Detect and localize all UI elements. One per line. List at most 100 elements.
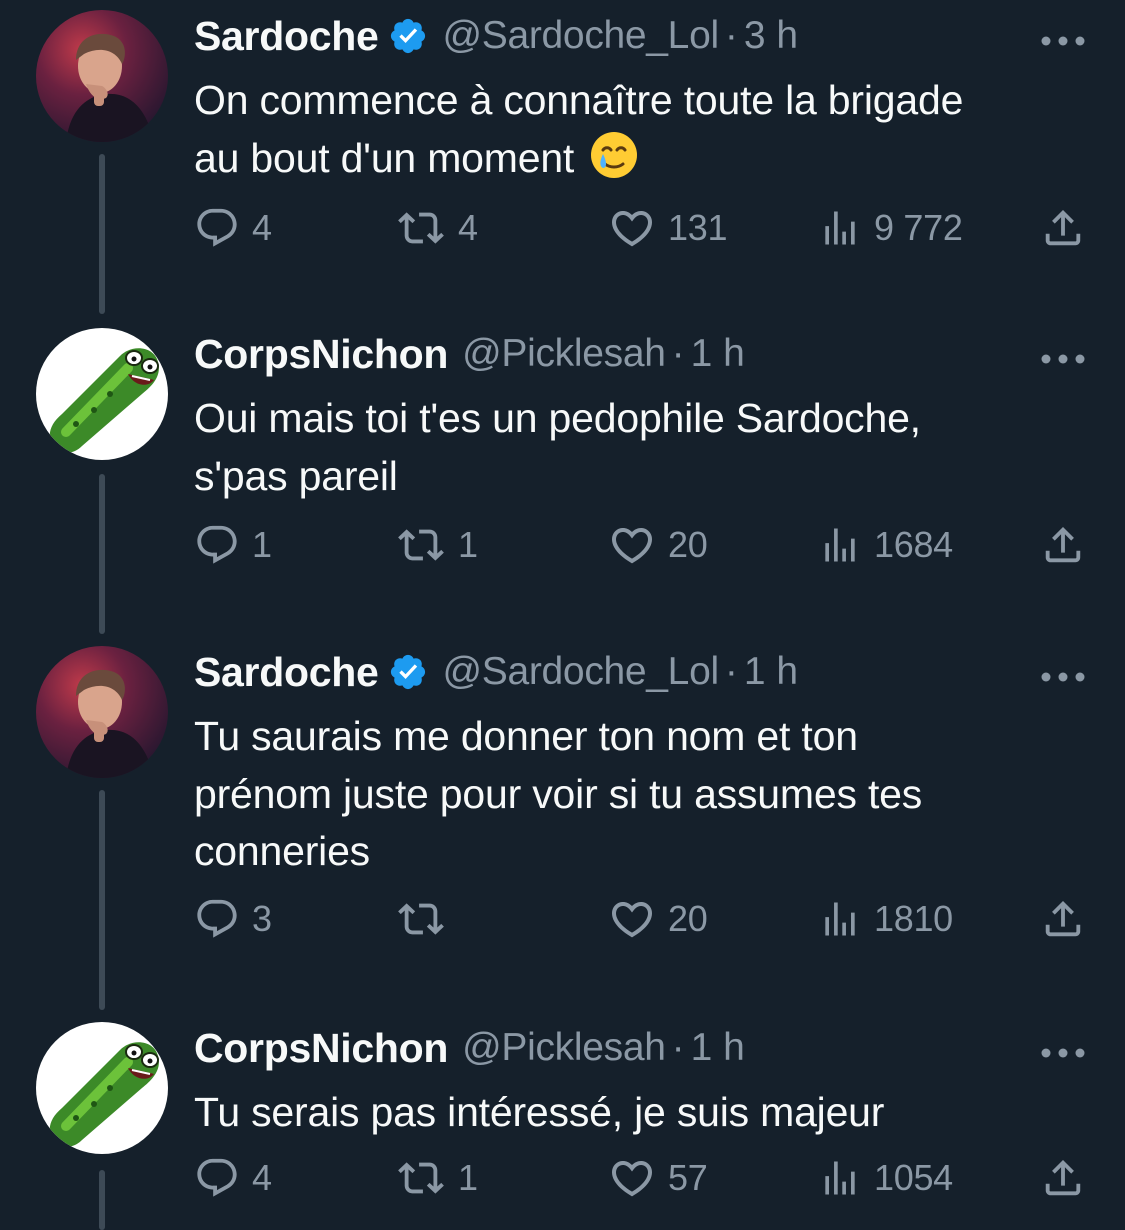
reply-icon <box>194 522 240 568</box>
tweet-text: Tu saurais me donner ton nom et ton prén… <box>194 708 1074 881</box>
views-button[interactable]: 1810 <box>818 894 953 944</box>
retweet-count: 1 <box>458 1157 478 1198</box>
tweet[interactable]: CorpsNichon @Picklesah · 1 h Tu serais p… <box>0 1022 1125 1220</box>
views-button[interactable]: 1684 <box>818 520 953 570</box>
tweet-actions: 4 1 57 1054 <box>0 1153 1125 1203</box>
views-button[interactable]: 9 772 <box>818 203 963 253</box>
more-icon <box>1040 352 1086 366</box>
reply-button[interactable]: 4 <box>194 1153 272 1203</box>
retweet-count: 4 <box>458 207 478 248</box>
more-options-button[interactable] <box>1040 352 1086 366</box>
tweet-actions: 3 20 1810 <box>0 894 1125 944</box>
share-button[interactable] <box>1040 520 1086 570</box>
separator: · <box>671 332 685 375</box>
like-button[interactable]: 131 <box>608 203 727 253</box>
reply-icon <box>194 1155 240 1201</box>
view-count: 1054 <box>874 1157 953 1198</box>
timestamp[interactable]: 3 h <box>744 14 798 58</box>
display-name[interactable]: CorpsNichon <box>194 1025 448 1072</box>
user-handle[interactable]: @Sardoche_Lol <box>442 14 719 58</box>
views-icon <box>818 206 862 250</box>
more-options-button[interactable] <box>1040 1046 1086 1060</box>
tweet[interactable]: Sardoche @Sardoche_Lol · 1 h Tu saurais … <box>0 646 1125 986</box>
display-name[interactable]: Sardoche <box>194 649 379 696</box>
like-count: 20 <box>668 898 708 939</box>
like-button[interactable]: 20 <box>608 894 708 944</box>
verified-badge-icon <box>388 652 428 692</box>
more-options-button[interactable] <box>1040 670 1086 684</box>
reply-button[interactable]: 4 <box>194 203 272 253</box>
sardoche-avatar-icon <box>36 10 168 142</box>
user-handle[interactable]: @Picklesah <box>462 332 666 376</box>
views-icon <box>818 897 862 941</box>
avatar[interactable] <box>36 1022 168 1154</box>
view-count: 9 772 <box>874 207 963 248</box>
tweet-actions: 1 1 20 1684 <box>0 520 1125 570</box>
tweet-text-line: Oui mais toi t'es un pedophile Sardoche, <box>194 395 921 441</box>
pickle-rick-avatar-icon <box>36 328 168 460</box>
smiling-face-with-tear-icon <box>589 130 639 180</box>
timestamp[interactable]: 1 h <box>691 1026 745 1070</box>
share-button[interactable] <box>1040 203 1086 253</box>
share-button[interactable] <box>1040 1153 1086 1203</box>
avatar[interactable] <box>36 328 168 460</box>
tweet-text-line: Tu saurais me donner ton nom et ton <box>194 713 858 759</box>
tweet-text: On commence à connaître toute la brigade… <box>194 72 1074 187</box>
separator: · <box>724 14 738 57</box>
display-name[interactable]: CorpsNichon <box>194 331 448 378</box>
tweet-text-segment: au bout d'un moment <box>194 134 575 181</box>
more-icon <box>1040 34 1086 48</box>
views-icon <box>818 523 862 567</box>
like-button[interactable]: 20 <box>608 520 708 570</box>
heart-icon <box>608 895 656 943</box>
views-icon <box>818 1156 862 1200</box>
display-name[interactable]: Sardoche <box>194 13 379 60</box>
tweet-text: Oui mais toi t'es un pedophile Sardoche,… <box>194 390 1074 505</box>
retweet-button[interactable]: 4 <box>396 203 478 253</box>
retweet-count: 1 <box>458 524 478 565</box>
retweet-icon <box>396 205 446 251</box>
user-handle[interactable]: @Sardoche_Lol <box>442 650 719 694</box>
retweet-icon <box>396 1155 446 1201</box>
reply-icon <box>194 205 240 251</box>
share-icon <box>1040 896 1086 942</box>
separator: · <box>671 1026 685 1069</box>
like-count: 20 <box>668 524 708 565</box>
retweet-button[interactable] <box>396 894 458 944</box>
reply-button[interactable]: 1 <box>194 520 272 570</box>
tweet-text: Tu serais pas intéressé, je suis majeur <box>194 1084 1074 1142</box>
tweet-header: Sardoche @Sardoche_Lol · 3 h <box>194 8 798 64</box>
retweet-icon <box>396 896 446 942</box>
tweet[interactable]: Sardoche @Sardoche_Lol · 3 h On commence… <box>0 10 1125 300</box>
tweet-text-line: s'pas pareil <box>194 452 398 499</box>
reply-button[interactable]: 3 <box>194 894 272 944</box>
verified-badge-icon <box>388 16 428 56</box>
more-icon <box>1040 1046 1086 1060</box>
avatar[interactable] <box>36 10 168 142</box>
heart-icon <box>608 204 656 252</box>
timestamp[interactable]: 1 h <box>744 650 798 694</box>
view-count: 1684 <box>874 524 953 565</box>
more-options-button[interactable] <box>1040 34 1086 48</box>
retweet-button[interactable]: 1 <box>396 520 478 570</box>
more-icon <box>1040 670 1086 684</box>
like-button[interactable]: 57 <box>608 1153 708 1203</box>
separator: · <box>724 650 738 693</box>
tweet-header: CorpsNichon @Picklesah · 1 h <box>194 1020 745 1076</box>
retweet-button[interactable]: 1 <box>396 1153 478 1203</box>
sardoche-avatar-icon <box>36 646 168 778</box>
reply-count: 4 <box>252 207 272 248</box>
share-icon <box>1040 1155 1086 1201</box>
views-button[interactable]: 1054 <box>818 1153 953 1203</box>
pickle-rick-avatar-icon <box>36 1022 168 1154</box>
tweet[interactable]: CorpsNichon @Picklesah · 1 h Oui mais to… <box>0 328 1125 618</box>
reply-count: 1 <box>252 524 272 565</box>
user-handle[interactable]: @Picklesah <box>462 1026 666 1070</box>
share-button[interactable] <box>1040 894 1086 944</box>
share-icon <box>1040 522 1086 568</box>
tweet-text-line: conneries <box>194 828 370 874</box>
share-icon <box>1040 205 1086 251</box>
avatar[interactable] <box>36 646 168 778</box>
timestamp[interactable]: 1 h <box>691 332 745 376</box>
reply-count: 4 <box>252 1157 272 1198</box>
